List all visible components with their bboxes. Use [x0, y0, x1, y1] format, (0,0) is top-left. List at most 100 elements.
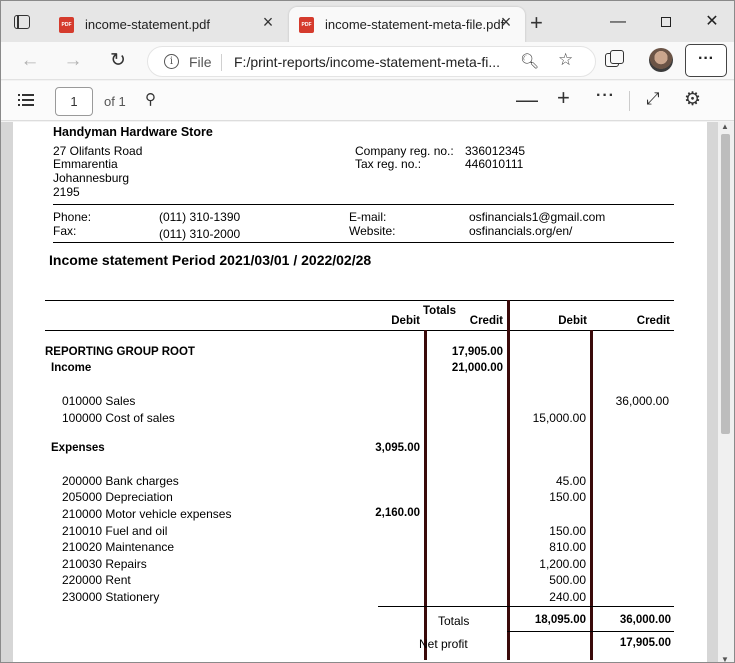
- divider: [53, 204, 674, 205]
- account-name: 210010 Fuel and oil: [62, 524, 168, 538]
- more-options-icon[interactable]: ···: [596, 87, 615, 105]
- table-top-rule: [45, 300, 674, 301]
- account-name: 100000 Cost of sales: [62, 411, 175, 425]
- address-line: 27 Olifants Road: [53, 144, 143, 158]
- zoom-in-button[interactable]: +: [557, 85, 570, 111]
- group-label: Income: [51, 362, 92, 374]
- root-credit: 17,905.00: [451, 346, 503, 358]
- close-icon[interactable]: ×: [497, 12, 515, 33]
- group-label: Expenses: [51, 442, 105, 454]
- account-name: 210030 Repairs: [62, 557, 147, 571]
- scrollbar[interactable]: ▲ ▼: [718, 122, 734, 662]
- tab-title: income-statement-meta-file.pdf: [325, 17, 505, 32]
- table-of-contents-icon[interactable]: [18, 93, 34, 107]
- scroll-down-icon[interactable]: ▼: [721, 655, 729, 662]
- reg-label: Company reg. no.:: [355, 144, 454, 158]
- close-icon[interactable]: ×: [259, 12, 277, 33]
- scroll-up-icon[interactable]: ▲: [721, 122, 729, 131]
- avatar[interactable]: [649, 48, 673, 72]
- account-name: 010000 Sales: [62, 394, 136, 408]
- close-window-button[interactable]: ✕: [689, 7, 734, 37]
- zoom-icon[interactable]: 🔍︎: [520, 52, 539, 70]
- net-profit-label: Net profit: [419, 637, 468, 651]
- scrollbar-thumb[interactable]: [721, 134, 730, 434]
- totals-label: Totals: [438, 614, 470, 628]
- add-favorite-icon[interactable]: ☆: [558, 50, 573, 70]
- account-name: 200000 Bank charges: [62, 474, 179, 488]
- maximize-button[interactable]: [643, 7, 689, 37]
- account-name: 220000 Rent: [62, 573, 131, 587]
- forward-button[interactable]: →: [59, 49, 87, 73]
- collections-icon[interactable]: [605, 50, 624, 68]
- column-separator: [590, 330, 593, 660]
- tab-income-statement[interactable]: PDF income-statement.pdf ×: [49, 7, 287, 43]
- divider: [221, 54, 222, 71]
- email-label: E-mail:: [349, 210, 387, 224]
- reg-value: 336012345: [465, 144, 526, 158]
- minimize-button[interactable]: —: [595, 7, 641, 37]
- credit-header: Credit: [636, 315, 670, 327]
- back-button[interactable]: ←: [16, 49, 44, 73]
- report-title: Income statement Period 2021/03/01 / 202…: [49, 252, 372, 268]
- fit-to-page-icon[interactable]: ⤢: [646, 89, 660, 109]
- zoom-out-button[interactable]: —: [516, 87, 538, 113]
- pdf-icon: PDF: [299, 17, 314, 33]
- tab-income-statement-meta-file[interactable]: PDF income-statement-meta-file.pdf ×: [289, 7, 525, 43]
- totals-header: Totals: [423, 305, 457, 317]
- totals-rule: [378, 606, 674, 607]
- debit-value: 500.00: [549, 573, 586, 587]
- scheme-label: File: [189, 54, 212, 70]
- search-icon[interactable]: ⚲: [145, 90, 156, 108]
- phone-value: (011) 310-1390: [159, 210, 241, 224]
- gear-icon[interactable]: ⚙: [684, 88, 701, 111]
- subtotal-value: 2,160.00: [375, 507, 420, 519]
- new-tab-button[interactable]: +: [530, 10, 543, 36]
- debit-value: 150.00: [549, 524, 586, 538]
- divider: [53, 242, 674, 243]
- credit-value: 36,000.00: [615, 394, 669, 408]
- tab-strip: PDF income-statement.pdf × PDF income-st…: [1, 1, 734, 43]
- debit-header: Debit: [391, 315, 420, 327]
- divider: [629, 91, 630, 111]
- credit-header: Credit: [469, 315, 503, 327]
- url-text[interactable]: F:/print-reports/income-statement-meta-f…: [234, 54, 500, 70]
- pdf-viewport[interactable]: Handyman Hardware Store 27 Olifants Road…: [1, 122, 734, 662]
- debit-value: 150.00: [549, 490, 586, 504]
- phone-label: Phone:: [53, 210, 92, 224]
- address-line: 2195: [53, 185, 80, 199]
- reload-button[interactable]: ↻: [104, 49, 132, 73]
- website-value: osfinancials.org/en/: [469, 224, 573, 238]
- table-header-rule: [45, 330, 674, 331]
- net-profit-value: 17,905.00: [619, 637, 671, 649]
- pdf-icon: PDF: [59, 17, 74, 33]
- debit-value: 15,000.00: [532, 411, 586, 425]
- settings-and-more-button[interactable]: ···: [685, 44, 727, 77]
- tab-title: income-statement.pdf: [85, 17, 211, 32]
- address-line: Johannesburg: [53, 171, 130, 185]
- page-number-input[interactable]: 1: [55, 87, 93, 116]
- totals-underline: [507, 631, 674, 632]
- tax-label: Tax reg. no.:: [355, 157, 422, 171]
- account-name: 205000 Depreciation: [62, 490, 173, 504]
- company-name: Handyman Hardware Store: [53, 125, 213, 139]
- debit-value: 45.00: [555, 474, 586, 488]
- tax-value: 446010111: [465, 157, 524, 171]
- browser-window: PDF income-statement.pdf × PDF income-st…: [0, 0, 735, 663]
- pdf-toolbar: 1 of 1 ⚲ — + ··· ⤢ ⚙: [1, 81, 734, 121]
- page-count: of 1: [104, 94, 126, 109]
- account-name: 210020 Maintenance: [62, 540, 175, 554]
- tab-actions-icon[interactable]: [14, 15, 30, 29]
- address-bar[interactable]: i File F:/print-reports/income-statement…: [147, 46, 596, 77]
- fax-label: Fax:: [53, 224, 77, 238]
- fax-value: (011) 310-2000: [159, 227, 241, 241]
- address-line: Emmarentia: [53, 157, 118, 171]
- root-label: REPORTING GROUP ROOT: [45, 346, 195, 358]
- website-label: Website:: [349, 224, 396, 238]
- account-name: 210000 Motor vehicle expenses: [62, 507, 232, 521]
- column-separator: [424, 330, 427, 660]
- maximize-icon: [661, 16, 671, 27]
- debit-header: Debit: [558, 315, 587, 327]
- debit-value: 240.00: [549, 590, 586, 604]
- info-icon[interactable]: i: [164, 54, 179, 69]
- pdf-page: Handyman Hardware Store 27 Olifants Road…: [13, 122, 707, 662]
